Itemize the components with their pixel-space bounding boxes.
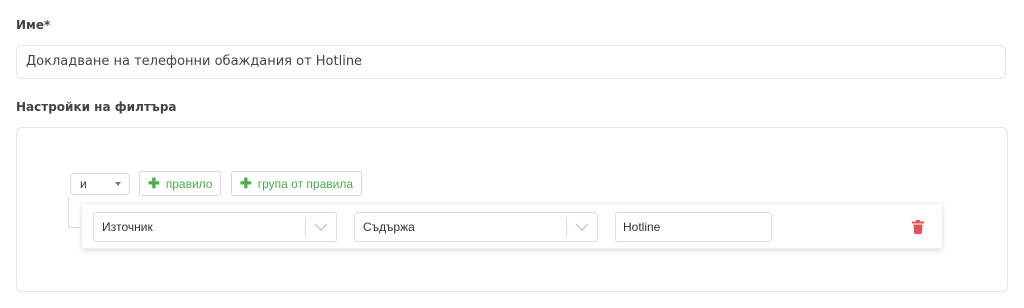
add-rule-group-button[interactable]: ✚ група от правила (231, 171, 362, 196)
rule-field-select[interactable]: Източник (93, 212, 337, 242)
rule-value-input[interactable]: Hotline (615, 212, 772, 242)
plus-icon: ✚ (148, 175, 160, 191)
select-divider (566, 218, 567, 236)
add-group-label: група от правила (257, 177, 353, 191)
chevron-down-icon (575, 223, 589, 231)
filter-settings-label: Настройки на филтъра (16, 100, 177, 114)
add-rule-label: правило (165, 177, 213, 191)
caret-down-icon (115, 182, 121, 186)
rule-operator-value: Съдържа (363, 220, 415, 234)
chevron-down-icon (314, 223, 328, 231)
rule-field-value: Източник (102, 220, 153, 234)
select-divider (305, 218, 306, 236)
name-input[interactable]: Докладване на телефонни обаждания от Hot… (16, 45, 1006, 79)
name-field-label: Име* (16, 18, 51, 32)
trash-icon[interactable] (912, 220, 924, 234)
group-condition-value: и (80, 177, 87, 191)
add-rule-button[interactable]: ✚ правило (139, 171, 222, 196)
rule-operator-select[interactable]: Съдържа (354, 212, 598, 242)
group-condition-select[interactable]: и (70, 173, 130, 195)
plus-icon: ✚ (240, 175, 252, 191)
